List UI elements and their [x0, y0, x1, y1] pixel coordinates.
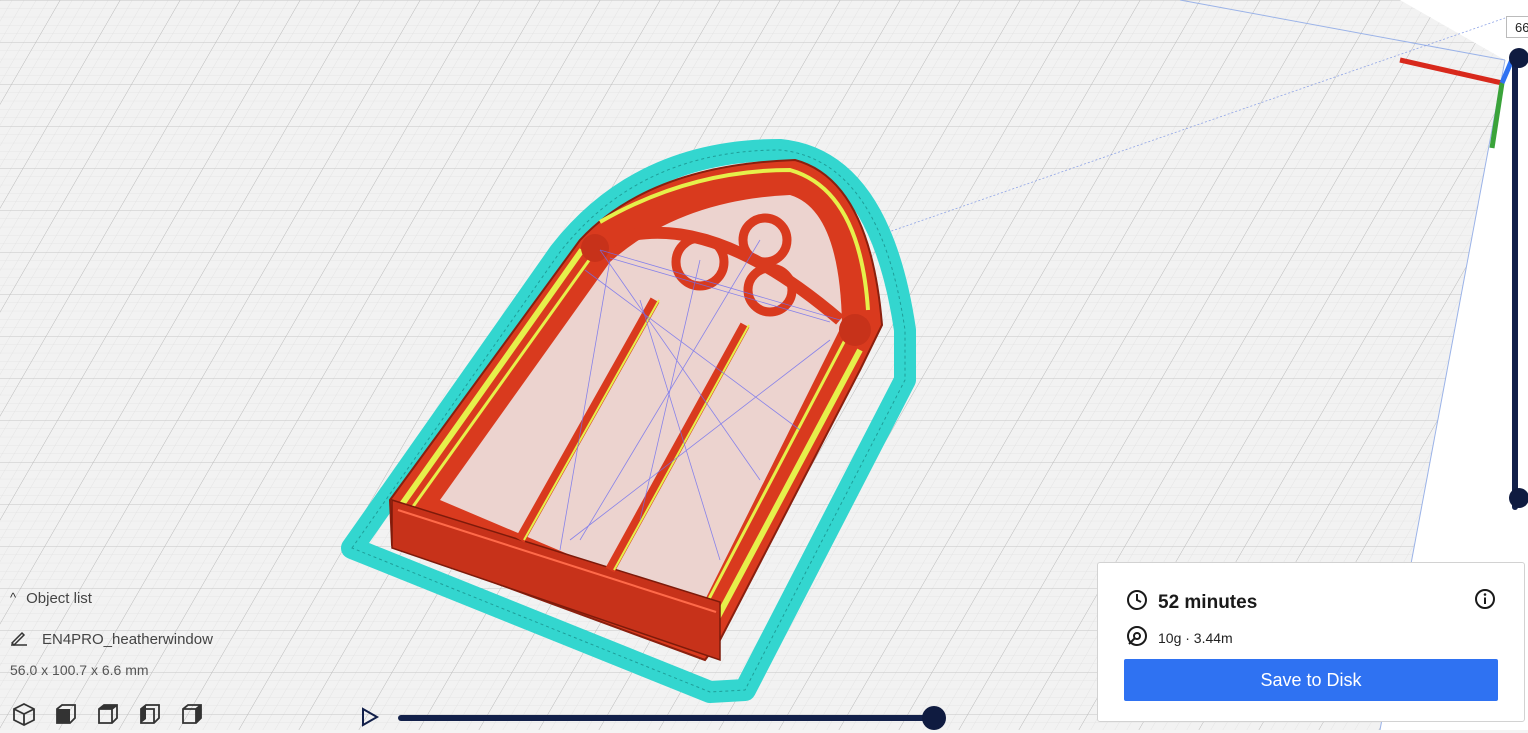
- layer-number-input[interactable]: 66: [1506, 16, 1528, 38]
- object-list-label: Object list: [26, 590, 92, 607]
- simulation-slider-track[interactable]: [398, 715, 938, 721]
- camera-view-buttons: [10, 700, 206, 728]
- object-list-panel: ^ Object list EN4PRO_heatherwindow 56.0 …: [0, 580, 300, 730]
- info-icon[interactable]: [1474, 588, 1496, 610]
- print-info-panel: 52 minutes 10g · 3.44m Save to Disk: [1097, 562, 1525, 722]
- layer-slider-top-handle[interactable]: [1509, 48, 1528, 68]
- object-name-row[interactable]: EN4PRO_heatherwindow: [10, 628, 213, 650]
- pencil-icon[interactable]: [10, 628, 28, 650]
- object-dimensions: 56.0 x 100.7 x 6.6 mm: [10, 662, 149, 678]
- view-front-icon[interactable]: [52, 700, 80, 728]
- print-time-row: 52 minutes: [1126, 589, 1257, 616]
- view-3d-icon[interactable]: [10, 700, 38, 728]
- material-row: 10g · 3.44m: [1126, 625, 1233, 650]
- print-time: 52 minutes: [1158, 591, 1258, 613]
- layer-slider-track[interactable]: [1512, 50, 1518, 510]
- view-left-icon[interactable]: [136, 700, 164, 728]
- clock-icon: [1126, 589, 1148, 616]
- layer-slider-bottom-handle[interactable]: [1509, 488, 1528, 508]
- simulation-slider-handle[interactable]: [922, 706, 946, 730]
- object-list-toggle[interactable]: ^ Object list: [10, 590, 92, 607]
- chevron-up-icon: ^: [10, 590, 17, 605]
- spool-icon: [1126, 625, 1148, 650]
- view-top-icon[interactable]: [94, 700, 122, 728]
- play-icon[interactable]: [360, 706, 382, 730]
- save-to-disk-button[interactable]: Save to Disk: [1124, 659, 1498, 701]
- material-usage: 10g · 3.44m: [1158, 629, 1233, 646]
- view-right-icon[interactable]: [178, 700, 206, 728]
- object-name: EN4PRO_heatherwindow: [42, 630, 213, 648]
